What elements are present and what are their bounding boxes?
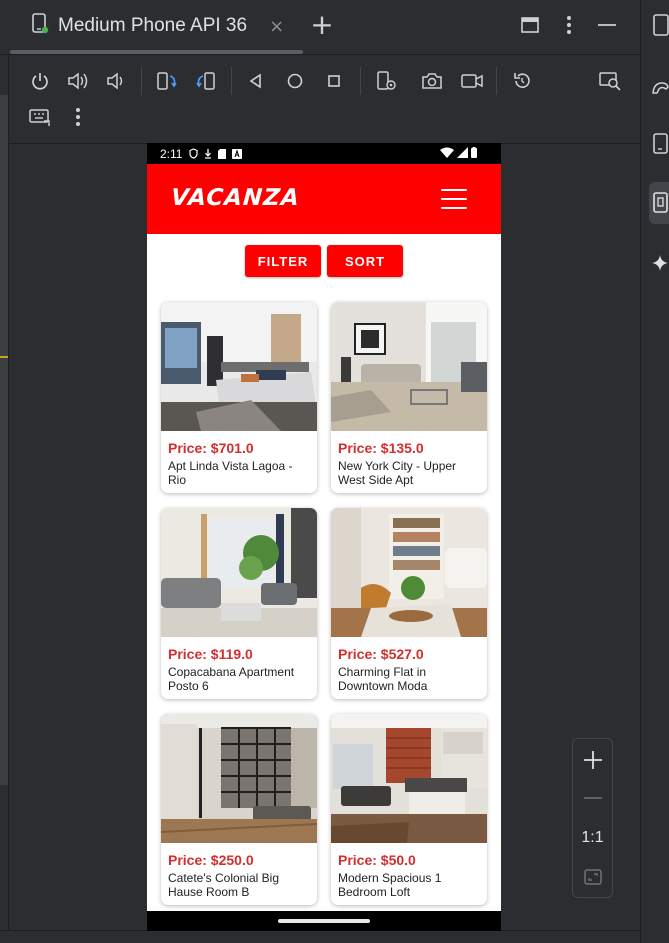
listing-card[interactable]: Price: $135.0 New York City - Upper West… bbox=[331, 302, 487, 493]
screen-search-icon[interactable] bbox=[596, 67, 624, 95]
camera-icon[interactable] bbox=[418, 67, 446, 95]
signal-icon bbox=[457, 147, 468, 158]
zoom-fit-icon[interactable] bbox=[573, 859, 612, 895]
listing-name: Apt Linda Vista Lagoa - Rio bbox=[168, 459, 293, 487]
listing-card[interactable]: Price: $527.0 Charming Flat in Downtown … bbox=[331, 508, 487, 699]
emulator-toolbar bbox=[10, 60, 640, 140]
more-vertical-icon[interactable] bbox=[556, 12, 582, 38]
listing-name: Modern Spacious 1 Bedroom Loft bbox=[338, 871, 442, 899]
listing-price: Price: $119.0 bbox=[168, 646, 253, 662]
rotate-left-icon[interactable] bbox=[153, 67, 181, 95]
filter-button[interactable]: FILTER bbox=[245, 245, 321, 277]
zoom-controls: 1:1 bbox=[572, 738, 613, 898]
listing-name: Charming Flat in Downtown Moda bbox=[338, 665, 428, 693]
status-system-icons bbox=[440, 147, 477, 158]
android-status-bar: 2:11 bbox=[147, 143, 501, 164]
overview-icon[interactable] bbox=[320, 67, 348, 95]
listing-name: Catete's Colonial Big Hause Room B bbox=[168, 871, 280, 899]
listing-price: Price: $135.0 bbox=[338, 440, 424, 456]
listing-card[interactable]: Price: $250.0 Catete's Colonial Big Haus… bbox=[161, 714, 317, 905]
left-scroll-gutter[interactable] bbox=[0, 95, 8, 785]
listing-photo bbox=[161, 508, 317, 637]
toolbar-separator bbox=[360, 67, 361, 95]
right-tool-rail bbox=[640, 0, 669, 943]
notifications-icon[interactable] bbox=[649, 12, 669, 38]
sd-card-icon bbox=[218, 148, 227, 159]
volume-down-icon[interactable] bbox=[102, 67, 130, 95]
phone-screen[interactable]: 2:11 VACANZA FILTER SORT Price: $701.0 A… bbox=[147, 143, 501, 931]
battery-icon bbox=[471, 147, 477, 158]
zoom-actual-size-button[interactable]: 1:1 bbox=[573, 820, 612, 856]
zoom-in-button[interactable] bbox=[573, 742, 612, 778]
android-gesture-bar bbox=[147, 911, 501, 931]
status-time: 2:11 bbox=[160, 146, 183, 161]
listing-name: New York City - Upper West Side Apt bbox=[338, 459, 457, 487]
tabbar-divider bbox=[0, 54, 640, 55]
listing-price: Price: $50.0 bbox=[338, 852, 416, 868]
sort-button[interactable]: SORT bbox=[327, 245, 403, 277]
window-restore-icon[interactable] bbox=[517, 12, 543, 38]
zoom-out-button[interactable] bbox=[573, 780, 612, 816]
device-icon bbox=[30, 13, 50, 39]
left-panel-border bbox=[8, 55, 9, 943]
download-icon bbox=[205, 149, 212, 159]
tab-medium-phone[interactable]: Medium Phone API 36 × bbox=[10, 0, 303, 52]
gradle-icon[interactable] bbox=[649, 74, 669, 100]
zoom-ratio-label: 1:1 bbox=[581, 829, 604, 846]
tab-title: Medium Phone API 36 bbox=[58, 15, 248, 36]
a-badge-icon bbox=[232, 148, 243, 159]
hamburger-menu-icon[interactable] bbox=[441, 189, 467, 209]
action-row: FILTER SORT bbox=[147, 245, 501, 277]
listing-photo bbox=[161, 302, 317, 431]
power-icon[interactable] bbox=[26, 67, 54, 95]
ide-bottom-bar bbox=[0, 930, 640, 943]
gemini-icon[interactable] bbox=[649, 250, 669, 276]
listing-price: Price: $250.0 bbox=[168, 852, 254, 868]
listing-price: Price: $527.0 bbox=[338, 646, 424, 662]
back-icon[interactable] bbox=[242, 67, 270, 95]
device-settings-icon[interactable] bbox=[372, 67, 400, 95]
home-icon[interactable] bbox=[281, 67, 309, 95]
reset-icon[interactable] bbox=[508, 67, 536, 95]
listing-price: Price: $701.0 bbox=[168, 440, 254, 456]
tab-close-icon[interactable]: × bbox=[269, 16, 284, 37]
listing-card[interactable]: Price: $701.0 Apt Linda Vista Lagoa - Ri… bbox=[161, 302, 317, 493]
device-manager-icon[interactable] bbox=[649, 131, 669, 157]
screen-record-icon[interactable] bbox=[458, 67, 486, 95]
app-logo: VACANZA bbox=[170, 185, 301, 211]
minimize-icon[interactable] bbox=[594, 12, 620, 38]
toolbar-separator bbox=[231, 67, 232, 95]
wifi-icon bbox=[440, 147, 454, 158]
listing-card[interactable]: Price: $50.0 Modern Spacious 1 Bedroom L… bbox=[331, 714, 487, 905]
status-notification-icons bbox=[189, 148, 243, 159]
listing-card[interactable]: Price: $119.0 Copacabana Apartment Posto… bbox=[161, 508, 317, 699]
listing-photo bbox=[331, 714, 487, 843]
listing-name: Copacabana Apartment Posto 6 bbox=[168, 665, 295, 693]
rotate-right-icon[interactable] bbox=[193, 67, 221, 95]
running-devices-icon[interactable] bbox=[649, 190, 669, 216]
listing-photo bbox=[331, 302, 487, 431]
app-header: VACANZA bbox=[147, 164, 501, 234]
listing-photo bbox=[331, 508, 487, 637]
toolbar-separator bbox=[496, 67, 497, 95]
toolbar-separator bbox=[141, 67, 142, 95]
shield-icon bbox=[189, 148, 199, 159]
gutter-marker bbox=[0, 356, 8, 358]
keyboard-icon[interactable] bbox=[26, 103, 54, 131]
volume-up-icon[interactable] bbox=[64, 67, 92, 95]
gesture-handle[interactable] bbox=[278, 919, 370, 923]
emulator-tab-bar: Medium Phone API 36 × + bbox=[0, 0, 640, 54]
listing-photo bbox=[161, 714, 317, 843]
add-tab-button[interactable]: + bbox=[308, 8, 336, 42]
more-icon[interactable] bbox=[64, 103, 92, 131]
